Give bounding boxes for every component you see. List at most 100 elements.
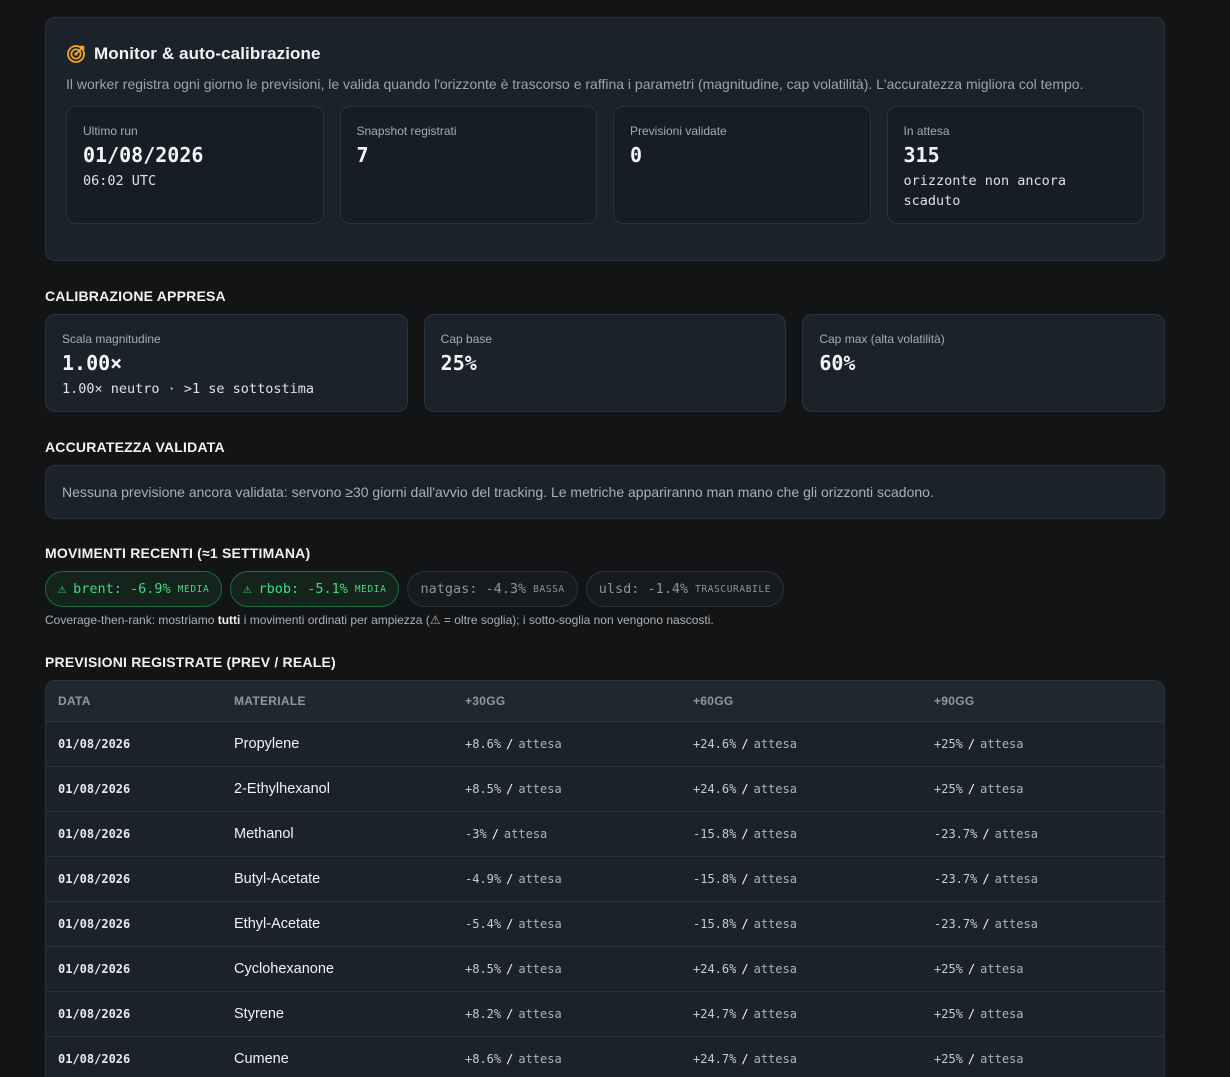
monitor-title: Monitor & auto-calibrazione	[94, 44, 321, 63]
real-value: attesa	[994, 917, 1038, 931]
real-value: attesa	[518, 1007, 562, 1021]
real-value: attesa	[994, 872, 1038, 886]
forecast-value: +25%	[934, 737, 963, 751]
real-value: attesa	[753, 1007, 797, 1021]
cell-material: 2-Ethylhexanol	[234, 781, 330, 797]
stat-value: 315	[903, 143, 940, 167]
separator: /	[982, 917, 990, 931]
movement-pill-brent[interactable]: ⚠ brent: -6.9% media	[45, 571, 223, 607]
table-row[interactable]: 01/08/2026 Cyclohexanone +8.5% / attesa +24.6…	[46, 946, 1164, 991]
cell-90d: -23.7% / attesa	[934, 917, 1164, 931]
calib-label: Cap max (alta volatilità)	[819, 332, 945, 346]
cell-30d: -3% / attesa	[465, 827, 693, 841]
note-prefix: Coverage-then-rank: mostriamo	[45, 613, 218, 627]
col-60d[interactable]: +60gg	[693, 694, 934, 708]
cell-60d: -15.8% / attesa	[693, 827, 934, 841]
table-row[interactable]: 01/08/2026 Cumene +8.6% / attesa +24.7% / attes…	[46, 1036, 1164, 1077]
calibration-row: Scala magnitudine 1.00× 1.00× neutro · >…	[45, 314, 1166, 412]
movement-pill-ulsd[interactable]: ulsd: -1.4% trascurabile	[585, 571, 784, 607]
real-value: attesa	[518, 872, 562, 886]
separator: /	[506, 737, 514, 751]
cell-60d: -15.8% / attesa	[693, 872, 934, 886]
forecasts-table: Data Materiale +30gg +60gg +90gg 01/08/2…	[45, 680, 1165, 1077]
pill-level: bassa	[533, 583, 565, 595]
stat-sub: orizzonte non ancora scaduto	[903, 173, 1067, 209]
forecast-value: -15.8%	[693, 917, 737, 931]
real-value: attesa	[753, 737, 797, 751]
cell-material: Ethyl-Acetate	[234, 916, 321, 932]
separator: /	[982, 827, 990, 841]
table-row[interactable]: 01/08/2026 Propylene +8.6% / attesa +24.6% / at…	[46, 721, 1164, 766]
target-icon	[66, 44, 86, 64]
cell-90d: -23.7% / attesa	[934, 872, 1164, 886]
real-value: attesa	[753, 827, 797, 841]
stat-sub: 06:02 UTC	[83, 173, 157, 189]
cell-30d: +8.2% / attesa	[465, 1007, 693, 1021]
real-value: attesa	[518, 737, 562, 751]
col-material[interactable]: Materiale	[234, 694, 465, 708]
forecast-value: +24.6%	[693, 782, 737, 796]
forecast-value: -15.8%	[693, 872, 737, 886]
forecast-value: -4.9%	[465, 872, 502, 886]
cell-material: Methanol	[234, 826, 294, 842]
cell-date: 01/08/2026	[58, 1007, 131, 1021]
cell-date: 01/08/2026	[58, 872, 131, 886]
separator: /	[506, 782, 514, 796]
separator: /	[967, 737, 976, 751]
cell-60d: +24.6% / attesa	[693, 962, 934, 976]
stat-label: Snapshot registrati	[356, 124, 457, 138]
separator: /	[506, 1052, 514, 1066]
cell-60d: -15.8% / attesa	[693, 917, 934, 931]
movement-pill-rbob[interactable]: ⚠ rbob: -5.1% media	[230, 571, 400, 607]
separator: /	[741, 917, 749, 931]
movements-note: Coverage-then-rank: mostriamo tutti i mo…	[45, 613, 1165, 627]
forecast-value: +8.5%	[465, 962, 502, 976]
forecast-value: +24.7%	[693, 1052, 737, 1066]
stat-value: 01/08/2026	[83, 143, 204, 167]
forecast-value: +8.6%	[465, 737, 502, 751]
cell-material: Cumene	[234, 1051, 289, 1067]
real-value: attesa	[980, 1052, 1024, 1066]
accuracy-heading: Accuratezza validata	[45, 439, 225, 455]
forecasts-heading: Previsioni registrate (prev / reale)	[45, 654, 336, 670]
separator: /	[741, 1052, 749, 1066]
real-value: attesa	[980, 1007, 1024, 1021]
forecast-value: +25%	[934, 1052, 963, 1066]
table-row[interactable]: 01/08/2026 Ethyl-Acetate -5.4% / attesa -15.8…	[46, 901, 1164, 946]
col-90d[interactable]: +90gg	[934, 694, 1164, 708]
separator: /	[506, 917, 514, 931]
col-30d[interactable]: +30gg	[465, 694, 693, 708]
movements-pills: ⚠ brent: -6.9% media ⚠ rbob: -5.1% media…	[45, 571, 1165, 607]
separator: /	[506, 1007, 514, 1021]
cell-30d: +8.6% / attesa	[465, 1052, 693, 1066]
real-value: attesa	[518, 962, 562, 976]
cell-material: Butyl-Acetate	[234, 871, 321, 887]
table-row[interactable]: 01/08/2026 Styrene +8.2% / attesa +24.7% / atte…	[46, 991, 1164, 1036]
cell-date: 01/08/2026	[58, 827, 131, 841]
stat-label: In attesa	[903, 124, 950, 138]
cell-90d: -23.7% / attesa	[934, 827, 1164, 841]
separator: /	[741, 782, 749, 796]
pill-level: media	[354, 583, 387, 595]
monitor-description: Il worker registra ogni giorno le previs…	[66, 76, 1084, 92]
table-row[interactable]: 01/08/2026 Butyl-Acetate -4.9% / attesa -15.8…	[46, 856, 1164, 901]
real-value: attesa	[980, 737, 1024, 751]
forecast-value: -3%	[465, 827, 487, 841]
pill-level: trascurabile	[695, 583, 771, 595]
forecast-value: +25%	[934, 782, 963, 796]
forecast-value: +24.6%	[693, 962, 737, 976]
warning-icon: ⚠	[58, 581, 67, 597]
calib-cap-base: Cap base 25%	[423, 314, 787, 412]
col-date[interactable]: Data	[46, 694, 234, 708]
movement-pill-natgas[interactable]: natgas: -4.3% bassa	[407, 571, 578, 607]
stat-last-run: Ultimo run 01/08/2026 06:02 UTC	[66, 106, 324, 224]
forecast-value: +25%	[934, 962, 963, 976]
stat-snapshots: Snapshot registrati 7	[339, 106, 597, 224]
table-row[interactable]: 01/08/2026 Methanol -3% / attesa -15.8% / attes…	[46, 811, 1164, 856]
cell-60d: +24.7% / attesa	[693, 1052, 934, 1066]
cell-90d: +25% / attesa	[934, 962, 1164, 976]
cell-material: Propylene	[234, 736, 300, 752]
separator: /	[967, 1052, 976, 1066]
table-row[interactable]: 01/08/2026 2-Ethylhexanol +8.5% / attesa +24.…	[46, 766, 1164, 811]
stat-label: Previsioni validate	[630, 124, 727, 138]
